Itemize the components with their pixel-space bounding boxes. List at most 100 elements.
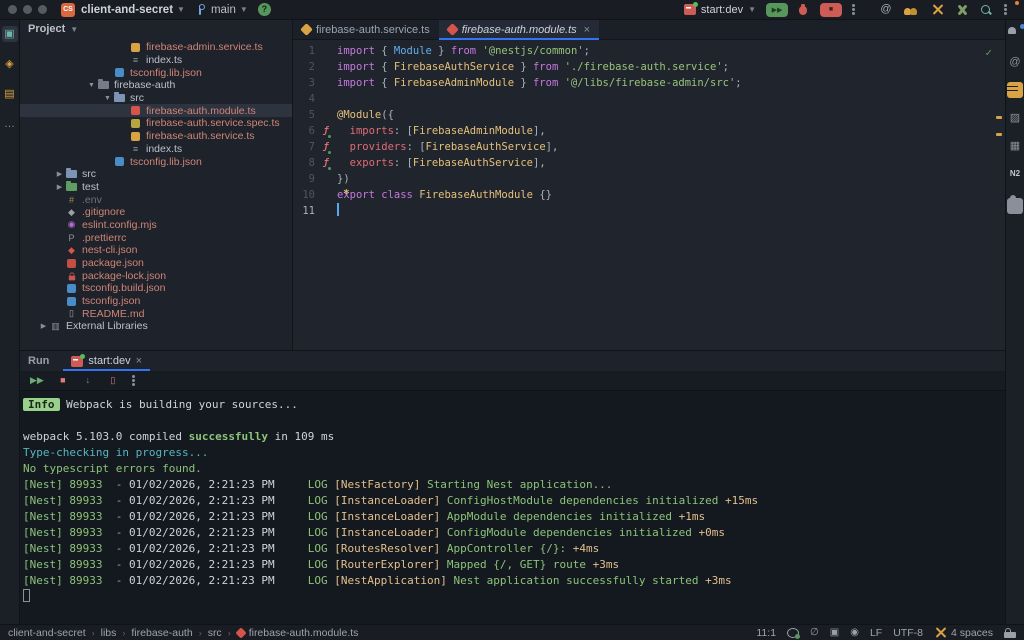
di-provider-gutter-icon[interactable]: ƒ — [323, 123, 328, 139]
breadcrumb-firebase-auth[interactable]: firebase-auth — [131, 627, 192, 639]
chevron-down-icon: ▼ — [240, 5, 248, 14]
line-number[interactable]: 9 — [293, 171, 315, 187]
help-status-icon[interactable]: ? — [258, 3, 271, 16]
tree-item-test[interactable]: ▶test — [20, 181, 292, 194]
chevron-down-icon[interactable]: ▼ — [86, 82, 97, 89]
window-controls[interactable] — [8, 5, 47, 14]
breadcrumb-firebase-auth-module-ts[interactable]: firebase-auth.module.ts — [237, 627, 359, 639]
run-console[interactable]: Info Webpack is building your sources...… — [20, 391, 1005, 624]
close-window-icon[interactable] — [8, 5, 17, 14]
ai-chat-icon[interactable]: @ — [1007, 54, 1023, 70]
chevron-right-icon[interactable]: ▶ — [38, 322, 49, 330]
tree-item-index-ts[interactable]: ≡index.ts — [20, 54, 292, 67]
scroll-to-end-icon[interactable]: ↓ — [82, 376, 94, 385]
tree-item--prettierrc[interactable]: P.prettierrc — [20, 231, 292, 244]
line-number[interactable]: 1 — [293, 43, 315, 59]
resume-button[interactable]: ▶▶ — [766, 3, 788, 17]
tree-item-package-json[interactable]: package.json — [20, 257, 292, 270]
tree-item-firebase-auth-service-ts[interactable]: firebase-auth.service.ts — [20, 130, 292, 143]
chevron-down-icon[interactable]: ▼ — [102, 95, 113, 102]
tree-item-index-ts[interactable]: ≡index.ts — [20, 143, 292, 156]
line-number[interactable]: 2 — [293, 59, 315, 75]
stop-button[interactable]: ■ — [820, 3, 842, 17]
tree-item--env[interactable]: #.env — [20, 193, 292, 206]
di-provider-gutter-icon[interactable]: ƒ — [323, 139, 328, 155]
build-tools-icon[interactable] — [931, 3, 944, 16]
nx-tool-icon[interactable]: N2 — [1007, 166, 1023, 182]
minimize-window-icon[interactable] — [23, 5, 32, 14]
project-panel-header[interactable]: Project ▼ — [20, 20, 292, 38]
highlighting-level-icon[interactable]: ∅ — [810, 627, 819, 638]
chevron-right-icon[interactable]: ▶ — [54, 170, 65, 178]
run-tab-start-dev[interactable]: start:dev × — [63, 351, 150, 371]
settings-menu-icon[interactable] — [1004, 3, 1016, 16]
more-run-actions-icon[interactable] — [852, 3, 864, 16]
readonly-lock-icon[interactable] — [1004, 628, 1016, 638]
breadcrumb-src[interactable]: src — [208, 627, 222, 639]
tree-item--gitignore[interactable]: ◆.gitignore — [20, 206, 292, 219]
line-number[interactable]: 8 — [293, 155, 315, 171]
notifications-bell-icon[interactable] — [1007, 26, 1023, 42]
maximize-window-icon[interactable] — [38, 5, 47, 14]
tree-item-firebase-auth-service-spec-ts[interactable]: firebase-auth.service.spec.ts — [20, 117, 292, 130]
ai-assistant-icon[interactable]: @ — [880, 4, 892, 15]
services-knot-icon[interactable] — [956, 4, 968, 16]
tree-item-package-lock-json[interactable]: package-lock.json — [20, 269, 292, 282]
tree-item-readme-md[interactable]: ▯README.md — [20, 307, 292, 320]
stop-icon[interactable]: ■ — [57, 376, 69, 385]
copilot-status-icon[interactable] — [787, 628, 799, 638]
line-number[interactable]: 3 — [293, 75, 315, 91]
tree-item-firebase-admin-service-ts[interactable]: firebase-admin.service.ts — [20, 41, 292, 54]
close-icon[interactable]: × — [136, 355, 142, 367]
breadcrumb-libs[interactable]: libs — [101, 627, 117, 639]
tree-item-tsconfig-lib-json[interactable]: tsconfig.lib.json — [20, 66, 292, 79]
tree-item-firebase-auth[interactable]: ▼firebase-auth — [20, 79, 292, 92]
project-tool-icon[interactable]: ▣ — [2, 26, 18, 42]
indent-config[interactable]: 4 spaces — [934, 626, 993, 639]
dependencies-icon[interactable]: ▦ — [1007, 138, 1023, 154]
debug-button[interactable] — [798, 4, 810, 16]
commit-tool-icon[interactable]: ◈ — [2, 56, 18, 72]
breadcrumb-client-and-secret[interactable]: client-and-secret — [8, 627, 86, 639]
caret-position[interactable]: 11:1 — [756, 627, 776, 639]
line-number[interactable]: 7 — [293, 139, 315, 155]
code-with-me-icon[interactable] — [904, 4, 919, 15]
project-widget[interactable]: CS client-and-secret ▼ — [61, 3, 195, 17]
structure-tool-icon[interactable]: ▤ — [2, 86, 18, 102]
tree-item-tsconfig-lib-json[interactable]: tsconfig.lib.json — [20, 155, 292, 168]
tree-item-src[interactable]: ▶src — [20, 168, 292, 181]
tree-item-external-libraries[interactable]: ▶▥External Libraries — [20, 320, 292, 333]
run-configuration-widget[interactable]: start:dev ▼ — [684, 4, 756, 16]
rerun-icon[interactable]: ▶▶ — [30, 376, 44, 385]
file-encoding[interactable]: UTF-8 — [893, 627, 923, 639]
coverage-icon[interactable]: ▨ — [1007, 110, 1023, 126]
more-options-icon[interactable] — [132, 374, 144, 387]
intention-sparkle-icon[interactable]: * — [343, 186, 350, 202]
line-number[interactable]: 5 — [293, 107, 315, 123]
tree-item-tsconfig-json[interactable]: tsconfig.json — [20, 295, 292, 308]
branch-widget[interactable]: main ▼ — [195, 4, 258, 16]
editor-tab-firebase-auth-service-ts[interactable]: firebase-auth.service.ts — [293, 20, 439, 39]
line-number[interactable]: 10 — [293, 187, 315, 203]
line-number[interactable]: 6 — [293, 123, 315, 139]
editor-tab-firebase-auth-module-ts[interactable]: firebase-auth.module.ts× — [439, 20, 599, 39]
tree-item-eslint-config-mjs[interactable]: ◉eslint.config.mjs — [20, 219, 292, 232]
cloud-tool-icon[interactable] — [1007, 198, 1023, 214]
close-icon[interactable]: × — [584, 24, 590, 36]
code-editor[interactable]: ✓ 1import { Module } from '@nestjs/commo… — [293, 40, 1005, 350]
chevron-right-icon[interactable]: ▶ — [54, 183, 65, 191]
line-number[interactable]: 4 — [293, 91, 315, 107]
tree-item-firebase-auth-module-ts[interactable]: firebase-auth.module.ts — [20, 104, 292, 117]
more-tool-windows-icon[interactable]: … — [2, 116, 18, 132]
search-everywhere-icon[interactable] — [980, 4, 992, 16]
terminal-widget-icon[interactable]: ▣ — [830, 627, 839, 638]
tree-item-tsconfig-build-json[interactable]: tsconfig.build.json — [20, 282, 292, 295]
database-icon[interactable] — [1007, 82, 1023, 98]
di-provider-gutter-icon[interactable]: ƒ — [323, 155, 328, 171]
kill-process-icon[interactable]: ▯ — [107, 376, 119, 385]
gear-widget-icon[interactable]: ◉ — [850, 627, 859, 638]
line-number[interactable]: 11 — [293, 203, 315, 219]
line-separator[interactable]: LF — [870, 627, 882, 639]
tree-item-src[interactable]: ▼src — [20, 92, 292, 105]
tree-item-nest-cli-json[interactable]: ◆nest-cli.json — [20, 244, 292, 257]
